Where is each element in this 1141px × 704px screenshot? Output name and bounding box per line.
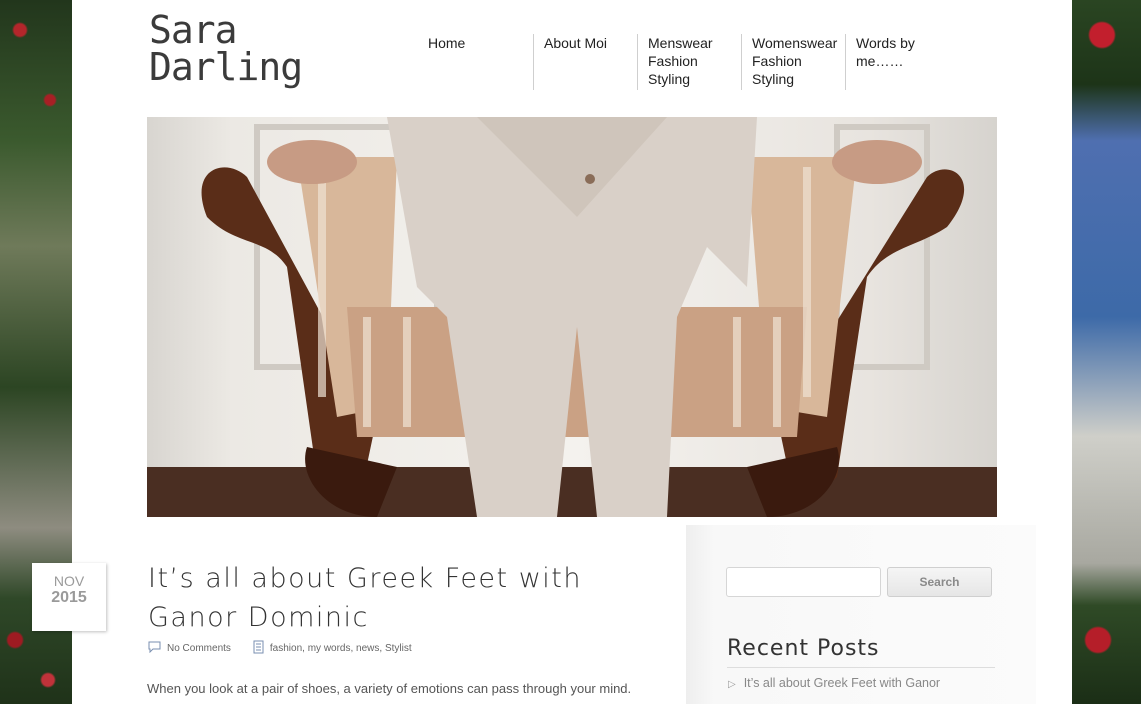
recent-post-link[interactable]: It’s all about Greek Feet with Ganor xyxy=(744,676,940,690)
nav-words[interactable]: Words by me…… xyxy=(845,34,949,90)
post-categories[interactable]: fashion, my words, news, Stylist xyxy=(270,643,412,654)
post-meta: No Comments fashion, my words, news, Sty… xyxy=(148,640,412,657)
recent-post-item[interactable]: ▷ It’s all about Greek Feet with Ganor xyxy=(728,676,940,690)
arrow-right-icon: ▷ xyxy=(728,679,736,690)
post-date-badge: NOV 2015 xyxy=(32,563,106,631)
page-container: Sara Darling Home About Moi Menswear Fas… xyxy=(32,0,1072,704)
search-button[interactable]: Search xyxy=(887,567,992,597)
logo-line2: Darling xyxy=(149,45,303,89)
comment-icon xyxy=(148,641,161,656)
nav-womenswear[interactable]: Womenswear Fashion Styling xyxy=(741,34,845,90)
nav-menswear[interactable]: Menswear Fashion Styling xyxy=(637,34,741,90)
nav-about[interactable]: About Moi xyxy=(533,34,637,90)
site-logo[interactable]: Sara Darling xyxy=(149,8,303,89)
recent-posts-heading: Recent Posts xyxy=(727,636,995,668)
post-title[interactable]: It’s all about Greek Feet with Ganor Dom… xyxy=(148,559,618,637)
sidebar: Search Recent Posts ▷ It’s all about Gree… xyxy=(686,525,1036,704)
post-excerpt: When you look at a pair of shoes, a vari… xyxy=(147,681,632,696)
logo-line1: Sara xyxy=(149,8,238,52)
search-input[interactable] xyxy=(726,567,881,597)
category-icon xyxy=(253,640,264,657)
post-date-year: 2015 xyxy=(51,589,87,606)
background-garden-right xyxy=(1072,0,1141,704)
post-comments-link[interactable]: No Comments xyxy=(167,643,231,654)
main-nav: Home About Moi Menswear Fashion Styling … xyxy=(418,34,949,90)
hero-image xyxy=(147,117,997,517)
nav-home[interactable]: Home xyxy=(418,34,533,90)
post-date-month: NOV xyxy=(53,573,85,589)
